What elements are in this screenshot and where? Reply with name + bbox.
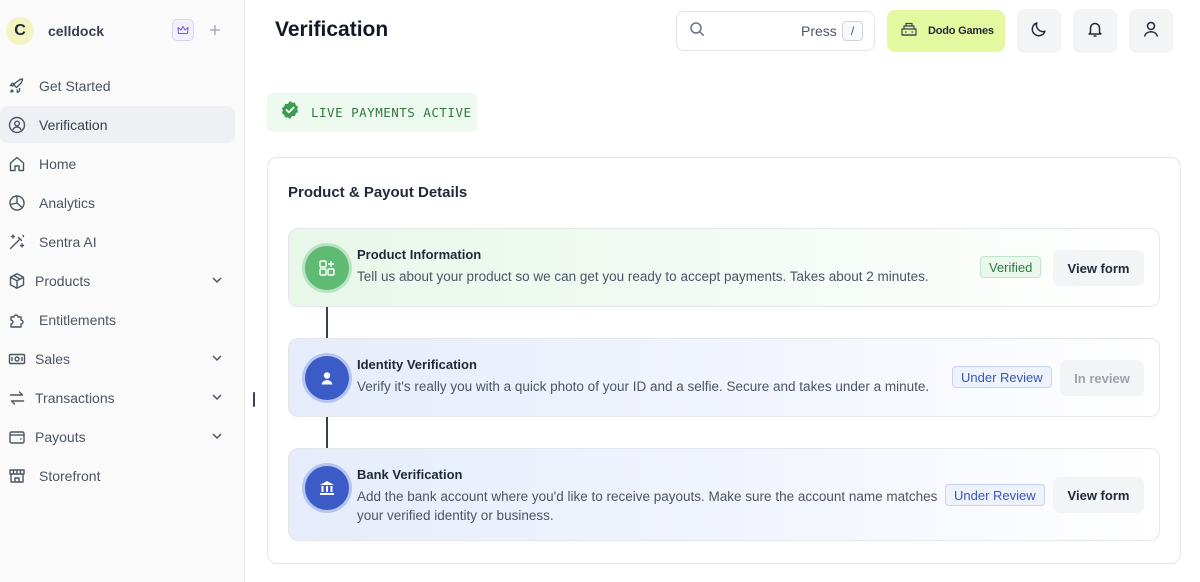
verification-icon <box>8 116 26 134</box>
product-grid-icon <box>305 246 349 290</box>
theme-toggle-button[interactable] <box>1017 9 1061 53</box>
sidebar-nav: Get Started Verification Home Analytics <box>0 67 244 496</box>
workspace-avatar: C <box>6 17 34 45</box>
view-form-button[interactable]: View form <box>1053 250 1144 286</box>
sidebar-item-verification[interactable]: Verification <box>0 106 235 143</box>
page-title: Verification <box>275 18 389 41</box>
step-description: Tell us about your product so we can get… <box>357 269 929 284</box>
sidebar-item-label: Sentra AI <box>39 233 97 250</box>
bank-icon <box>305 466 349 510</box>
bell-icon <box>1086 20 1104 43</box>
search-shortcut-key: / <box>842 21 863 41</box>
chevron-down-icon[interactable] <box>210 390 224 404</box>
add-workspace-icon[interactable] <box>204 19 226 41</box>
sidebar-item-storefront[interactable]: Storefront <box>0 457 236 494</box>
user-icon <box>1142 20 1160 43</box>
sidebar-item-get-started[interactable]: Get Started <box>0 67 236 104</box>
sidebar-item-label: Storefront <box>39 467 101 484</box>
sidebar-item-label: Products <box>35 272 91 289</box>
status-badge: Under Review <box>952 366 1052 388</box>
puzzle-icon <box>8 311 26 329</box>
product-payout-card: Product & Payout Details Product Informa… <box>267 157 1181 564</box>
store-icon <box>8 467 26 485</box>
chevron-down-icon[interactable] <box>210 273 224 287</box>
sidebar-item-label: Entitlements <box>39 311 117 328</box>
search-input[interactable] <box>713 21 793 41</box>
search-box[interactable]: Press / <box>676 11 875 51</box>
verified-seal-icon <box>280 100 300 125</box>
moon-icon <box>1030 20 1048 43</box>
step-title: Product Information <box>357 247 482 262</box>
home-icon <box>8 155 26 173</box>
sidebar-resize-handle[interactable] <box>253 392 255 407</box>
view-form-button[interactable]: View form <box>1053 477 1144 513</box>
sidebar-item-sentra-ai[interactable]: Sentra AI <box>0 223 236 260</box>
app-root: C celldock Get Started Verification Home… <box>0 0 1200 582</box>
business-switcher-button[interactable]: Dodo Games <box>887 10 1005 52</box>
sidebar-item-sales[interactable]: Sales <box>0 340 236 377</box>
step-description: Add the bank account where you'd like to… <box>357 489 938 523</box>
sidebar-item-label: Home <box>39 155 77 172</box>
step-connector <box>326 416 328 448</box>
rocket-icon <box>8 77 26 95</box>
in-review-button: In review <box>1060 360 1144 396</box>
sidebar-item-payouts[interactable]: Payouts <box>0 418 236 455</box>
profile-button[interactable] <box>1129 9 1173 53</box>
live-payments-label: LIVE PAYMENTS ACTIVE <box>311 105 472 120</box>
sidebar-item-transactions[interactable]: Transactions <box>0 379 236 416</box>
workspace-switcher[interactable]: C celldock <box>6 16 236 46</box>
crown-icon[interactable] <box>172 19 194 41</box>
search-icon <box>689 21 705 42</box>
sidebar: C celldock Get Started Verification Home… <box>0 0 245 582</box>
sidebar-item-products[interactable]: Products <box>0 262 236 299</box>
cash-icon <box>8 350 26 368</box>
step-description: Verify it's really you with a quick phot… <box>357 379 930 394</box>
sidebar-item-analytics[interactable]: Analytics <box>0 184 236 221</box>
business-logo-icon <box>899 20 919 43</box>
step-connector <box>326 306 328 338</box>
business-name: Dodo Games <box>928 25 994 37</box>
chevron-down-icon[interactable] <box>210 351 224 365</box>
sidebar-item-label: Get Started <box>39 77 111 94</box>
step-title: Bank Verification <box>357 467 463 482</box>
wallet-icon <box>8 428 26 446</box>
step-bank-verification: Bank Verification Add the bank account w… <box>288 448 1160 541</box>
chevron-down-icon[interactable] <box>210 429 224 443</box>
live-payments-status: LIVE PAYMENTS ACTIVE <box>267 93 477 132</box>
sidebar-item-label: Verification <box>39 116 108 133</box>
sidebar-item-label: Sales <box>35 350 71 367</box>
id-user-icon <box>305 356 349 400</box>
workspace-name: celldock <box>48 23 105 39</box>
sidebar-item-label: Payouts <box>35 428 86 445</box>
notifications-button[interactable] <box>1073 9 1117 53</box>
card-title: Product & Payout Details <box>288 184 468 201</box>
step-title: Identity Verification <box>357 357 477 372</box>
transfer-icon <box>8 389 26 407</box>
sparkle-wand-icon <box>8 233 26 251</box>
sidebar-item-entitlements[interactable]: Entitlements <box>0 301 236 338</box>
step-product-information: Product Information Tell us about your p… <box>288 228 1160 307</box>
package-icon <box>8 272 26 290</box>
step-identity-verification: Identity Verification Verify it's really… <box>288 338 1160 417</box>
status-badge: Verified <box>980 256 1042 278</box>
status-badge: Under Review <box>945 484 1045 506</box>
sidebar-item-label: Analytics <box>39 194 96 211</box>
sidebar-item-label: Transactions <box>35 389 115 406</box>
sidebar-item-home[interactable]: Home <box>0 145 236 182</box>
search-shortcut-hint: Press <box>801 23 837 39</box>
analytics-icon <box>8 194 26 212</box>
